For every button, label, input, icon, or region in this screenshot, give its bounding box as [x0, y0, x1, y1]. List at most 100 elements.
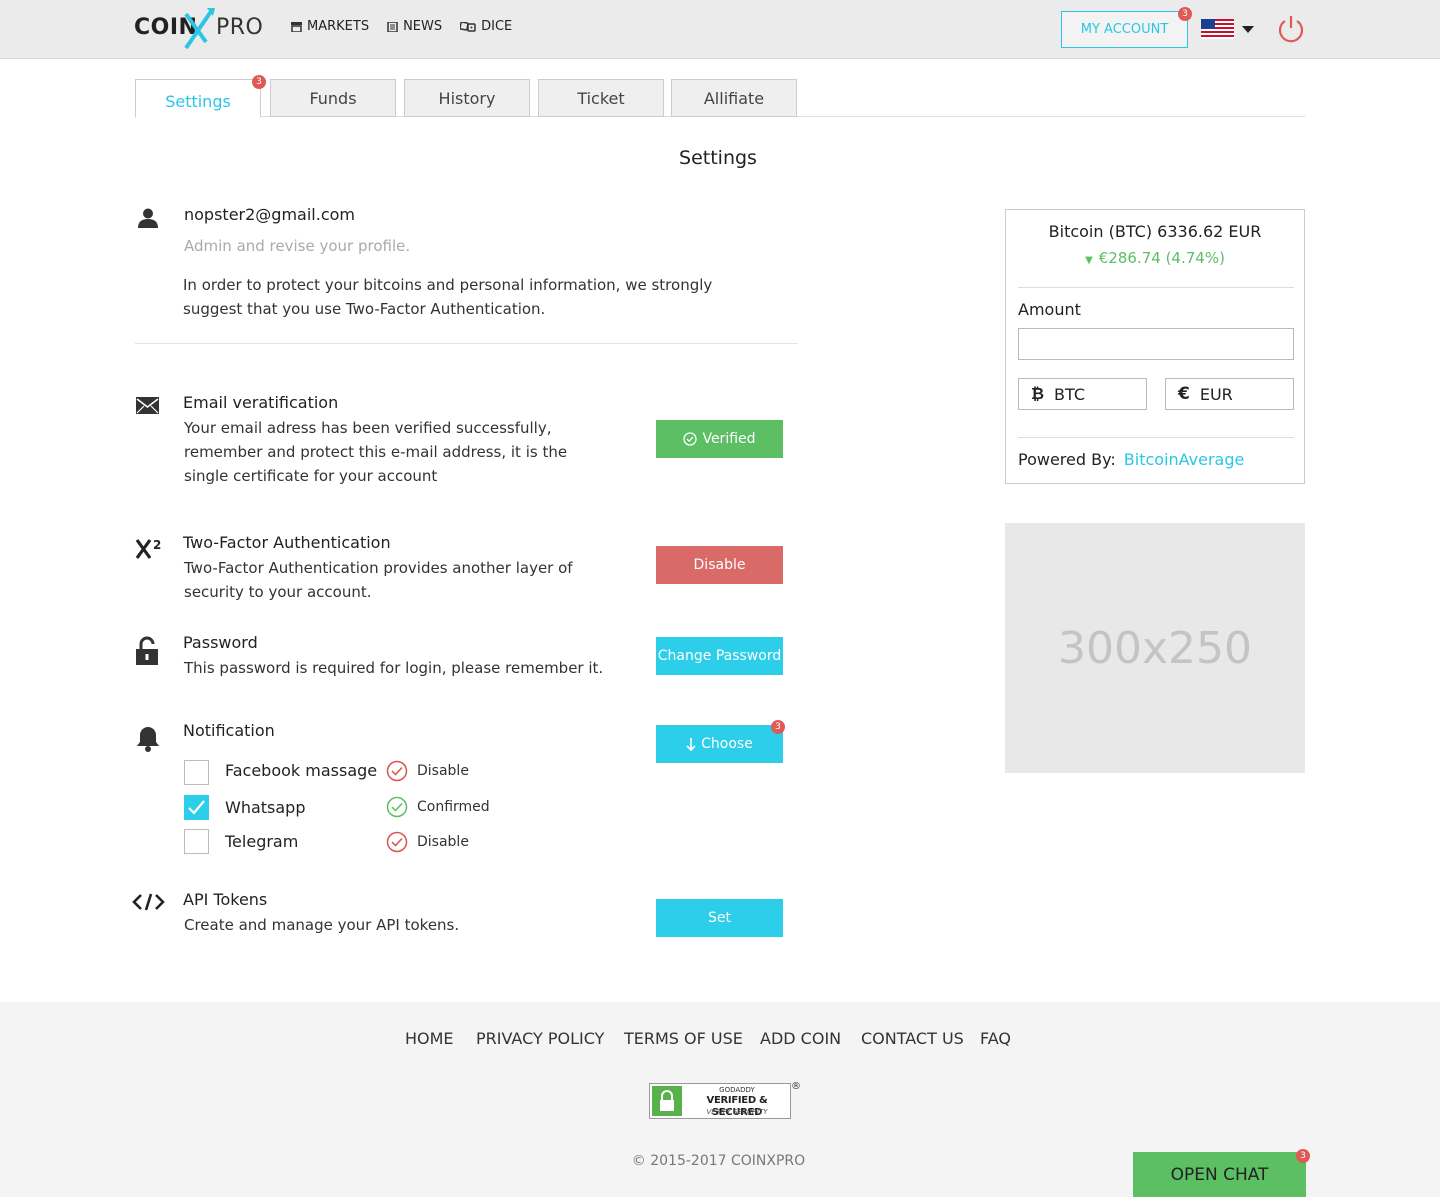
footer-link-add-coin[interactable]: ADD COIN: [760, 1029, 841, 1048]
ad-placeholder[interactable]: 300x250: [1005, 523, 1305, 773]
euro-icon: €: [1178, 384, 1190, 404]
code-icon: [132, 893, 165, 911]
confirmed-check-icon: [386, 796, 408, 818]
open-chat-button[interactable]: OPEN CHAT: [1133, 1152, 1306, 1197]
email-verification-title: Email veratification: [183, 393, 339, 412]
my-account-button[interactable]: MY ACCOUNT: [1061, 11, 1188, 48]
change-password-label: Change Password: [657, 648, 782, 664]
logo-text-right: PRO: [216, 15, 264, 40]
account-tabs: Settings Funds History Ticket Allifiate: [135, 79, 1305, 118]
seal-line-3: VERIFY SECURITY: [706, 1108, 768, 1116]
two-factor-line-2: security to your account.: [184, 583, 372, 601]
down-triangle-icon: ▼: [1085, 255, 1093, 266]
godaddy-security-seal[interactable]: GODADDY VERIFIED & SECURED VERIFY SECURI…: [649, 1081, 801, 1121]
dice-icon: [460, 21, 476, 32]
choose-notification-button[interactable]: Choose: [656, 725, 783, 763]
whatsapp-status-label: Confirmed: [417, 799, 490, 815]
email-desc-line-1: Your email adress has been verified succ…: [184, 419, 552, 437]
password-line-1: This password is required for login, ple…: [184, 659, 604, 677]
registered-mark-icon: ®: [791, 1081, 801, 1092]
two-factor-line-1: Two-Factor Authentication provides anoth…: [184, 559, 573, 577]
nav-news-label: NEWS: [403, 19, 443, 34]
tab-affiliate-label: Allifiate: [703, 88, 765, 108]
whatsapp-checkbox[interactable]: [184, 795, 209, 820]
section-divider: [135, 343, 798, 344]
api-tokens-desc: Create and manage your API tokens.: [184, 913, 459, 937]
email-desc-line-3: single certificate for your account: [184, 467, 438, 485]
nav-news[interactable]: NEWS: [387, 19, 442, 34]
tab-ticket[interactable]: Ticket: [538, 79, 664, 117]
two-factor-notice: In order to protect your bitcoins and pe…: [183, 273, 712, 321]
newspaper-icon: [387, 21, 398, 32]
two-factor-title: Two-Factor Authentication: [183, 533, 391, 552]
tab-funds[interactable]: Funds: [270, 79, 396, 117]
telegram-status-label: Disable: [417, 834, 469, 850]
btc-currency-label: BTC: [1054, 384, 1086, 404]
profile-email: nopster2@gmail.com: [184, 205, 355, 224]
arrow-down-icon: [686, 737, 696, 751]
facebook-label: Facebook massage: [225, 761, 378, 780]
tab-affiliate[interactable]: Allifiate: [671, 79, 797, 117]
footer-link-faq[interactable]: FAQ: [980, 1029, 1011, 1048]
unlocked-padlock-icon: [136, 636, 158, 665]
btc-change-value: €286.74 (4.74%): [1098, 249, 1225, 267]
tab-history[interactable]: History: [404, 79, 530, 117]
lock-icon: [652, 1086, 682, 1116]
set-api-tokens-button[interactable]: Set: [656, 899, 783, 937]
tab-funds-label: Funds: [309, 88, 357, 108]
password-desc: This password is required for login, ple…: [184, 656, 603, 680]
widget-separator-bottom: [1018, 437, 1294, 438]
tab-settings[interactable]: Settings: [135, 79, 261, 118]
change-password-button[interactable]: Change Password: [656, 637, 783, 675]
us-flag-icon[interactable]: [1201, 19, 1234, 39]
disabled-check-icon: [386, 760, 408, 782]
svg-text:2: 2: [153, 538, 161, 552]
api-tokens-line-1: Create and manage your API tokens.: [184, 916, 460, 934]
language-dropdown-caret-icon[interactable]: [1242, 26, 1254, 33]
btc-price-title: Bitcoin (BTC) 6336.62 EUR: [1048, 222, 1262, 241]
footer-link-home[interactable]: HOME: [405, 1029, 454, 1048]
whatsapp-label: Whatsapp: [225, 798, 306, 817]
facebook-checkbox[interactable]: [184, 760, 209, 785]
nav-dice[interactable]: DICE: [460, 19, 512, 34]
disabled-check-icon: [386, 831, 408, 853]
choose-button-label: Choose: [701, 736, 753, 752]
my-account-label: MY ACCOUNT: [1080, 22, 1169, 37]
verified-button[interactable]: Verified: [656, 420, 783, 458]
envelope-icon: [136, 397, 159, 414]
top-header: COIN PRO MARKETS NEWS DICE MY ACCOUNT 3: [0, 0, 1440, 59]
btc-price-widget: Bitcoin (BTC) 6336.62 EUR ▼ €286.74 (4.74…: [1005, 209, 1305, 484]
btc-price-change: ▼ €286.74 (4.74%): [1006, 249, 1304, 267]
check-circle-icon: [683, 432, 698, 446]
facebook-status-label: Disable: [417, 763, 469, 779]
notification-title: Notification: [183, 721, 275, 740]
open-chat-label: OPEN CHAT: [1170, 1164, 1269, 1185]
coinxpro-logo[interactable]: COIN PRO: [134, 6, 274, 52]
bitcoinaverage-link[interactable]: BitcoinAverage: [1124, 450, 1245, 469]
btc-currency-button[interactable]: ₿ BTC: [1018, 378, 1147, 410]
settings-tab-badge: 3: [252, 75, 266, 89]
footer-link-contact[interactable]: CONTACT US: [861, 1029, 964, 1048]
store-icon: [291, 21, 302, 32]
tab-history-label: History: [438, 88, 496, 108]
eur-currency-button[interactable]: € EUR: [1165, 378, 1294, 410]
disable-2fa-button[interactable]: Disable: [656, 546, 783, 584]
choose-button-badge: 3: [771, 720, 785, 734]
footer-link-privacy[interactable]: PRIVACY POLICY: [476, 1029, 604, 1048]
whatsapp-status: Confirmed: [386, 796, 490, 818]
api-tokens-title: API Tokens: [183, 890, 268, 909]
widget-separator-top: [1018, 287, 1294, 288]
power-logout-icon[interactable]: [1277, 14, 1305, 44]
telegram-status: Disable: [386, 831, 469, 853]
main-nav: MARKETS NEWS DICE: [291, 19, 512, 34]
notice-line-2: suggest that you use Two-Factor Authenti…: [183, 300, 546, 318]
telegram-checkbox[interactable]: [184, 829, 209, 854]
page-title: Settings: [679, 147, 757, 169]
amount-input[interactable]: [1018, 328, 1294, 360]
email-verification-desc: Your email adress has been verified succ…: [184, 416, 567, 488]
notice-line-1: In order to protect your bitcoins and pe…: [183, 276, 713, 294]
nav-markets[interactable]: MARKETS: [291, 19, 369, 34]
footer-link-terms[interactable]: TERMS OF USE: [624, 1029, 743, 1048]
nav-dice-label: DICE: [481, 19, 513, 34]
checkmark-icon: [188, 800, 205, 815]
